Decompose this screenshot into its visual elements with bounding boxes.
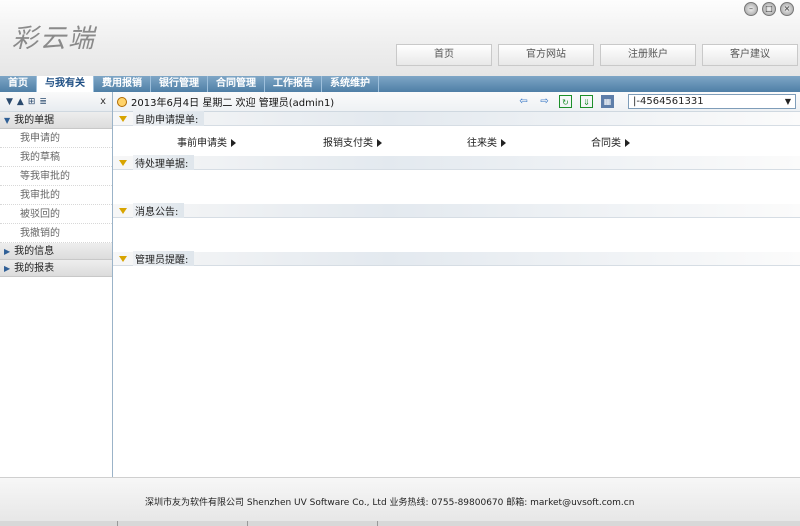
sidebar-group-label: 我的信息 — [14, 245, 55, 257]
sidebar-item-rejected[interactable]: 被驳回的 — [0, 205, 112, 224]
sidebar-group-label: 我的单据 — [14, 114, 55, 126]
pending-documents-content — [113, 170, 800, 204]
refresh-icon[interactable]: ↻ — [559, 95, 572, 108]
tab-bank-management[interactable]: 银行管理 — [151, 76, 208, 92]
sidebar-item-approved-by-me[interactable]: 我审批的 — [0, 186, 112, 205]
app-header: 彩云端 – □ × 首页 官方网站 注册账户 客户建议 — [0, 0, 800, 76]
sidebar: ▼ ▲ ⊞ ≣ x ▼ 我的单据 我申请的 我的草稿 等我审批的 我审批的 被驳… — [0, 92, 113, 477]
arrow-right-icon — [625, 138, 630, 147]
sidebar-item-my-drafts[interactable]: 我的草稿 — [0, 148, 112, 167]
minimize-icon[interactable]: – — [744, 2, 758, 16]
arrow-right-icon — [231, 138, 236, 147]
status-bar: 2013年6月4日 星期二 欢迎 管理员(admin1) ⇦ ⇨ ↻ ⇓ ▦ |… — [113, 92, 800, 112]
expand-all-icon[interactable]: ▼ — [6, 97, 13, 107]
link-pre-application[interactable]: 事前申请类 — [177, 134, 236, 149]
collapse-triangle-icon — [119, 115, 127, 122]
collapse-triangle-icon — [119, 207, 127, 214]
top-nav-home-button[interactable]: 首页 — [396, 44, 492, 66]
collapse-triangle-icon — [119, 159, 127, 166]
link-label: 往来类 — [467, 137, 497, 149]
tab-home[interactable]: 首页 — [0, 76, 37, 92]
section-header-self-service[interactable]: 自助申请提单: — [113, 111, 800, 126]
welcome-text: 2013年6月4日 星期二 欢迎 管理员(admin1) — [131, 98, 335, 109]
admin-reminders-content — [113, 266, 800, 366]
footer: 深圳市友为软件有限公司 Shenzhen UV Software Co., Lt… — [0, 477, 800, 521]
sidebar-group-label: 我的报表 — [14, 262, 55, 274]
announcements-content — [113, 218, 800, 252]
tab-system-maintenance[interactable]: 系统维护 — [322, 76, 379, 92]
app-logo: 彩云端 — [12, 24, 97, 54]
tab-work-report[interactable]: 工作报告 — [265, 76, 322, 92]
tab-related-to-me[interactable]: 与我有关 — [37, 76, 94, 92]
link-label: 事前申请类 — [177, 137, 227, 149]
forward-arrow-icon[interactable]: ⇨ — [538, 95, 551, 108]
collapse-triangle-icon — [119, 255, 127, 262]
top-nav-register-button[interactable]: 注册账户 — [600, 44, 696, 66]
link-transactions[interactable]: 往来类 — [467, 134, 506, 149]
caret-right-icon: ▶ — [4, 263, 11, 273]
list-options-icon[interactable]: ≣ — [39, 97, 47, 107]
section-title: 待处理单据: — [133, 155, 195, 170]
tree-nodes-icon[interactable]: ⊞ — [28, 97, 36, 107]
taskbar-segment — [118, 521, 248, 526]
link-label: 报销支付类 — [323, 137, 373, 149]
link-label: 合同类 — [591, 137, 621, 149]
caret-down-icon: ▼ — [4, 115, 11, 125]
close-icon[interactable]: × — [780, 2, 794, 16]
section-title: 管理员提醒: — [133, 251, 195, 266]
arrow-right-icon — [501, 138, 506, 147]
sidebar-toolbar: ▼ ▲ ⊞ ≣ x — [0, 92, 112, 112]
taskbar-segment — [0, 521, 118, 526]
account-select[interactable]: |-4564561331 ▼ — [628, 94, 796, 109]
collapse-all-icon[interactable]: ▲ — [17, 97, 24, 107]
top-nav-feedback-button[interactable]: 客户建议 — [702, 44, 798, 66]
sidebar-group-my-info[interactable]: ▶ 我的信息 — [0, 243, 112, 260]
section-header-announcements[interactable]: 消息公告: — [113, 203, 800, 218]
tab-expense-reimbursement[interactable]: 费用报销 — [94, 76, 151, 92]
sidebar-item-my-applications[interactable]: 我申请的 — [0, 129, 112, 148]
account-select-value: |-4564561331 — [633, 96, 704, 107]
clock-icon — [117, 96, 127, 107]
sidebar-item-pending-my-approval[interactable]: 等我审批的 — [0, 167, 112, 186]
section-header-admin-reminders[interactable]: 管理员提醒: — [113, 251, 800, 266]
footer-company-info: 深圳市友为软件有限公司 Shenzhen UV Software Co., Lt… — [145, 498, 635, 508]
sidebar-group-my-documents[interactable]: ▼ 我的单据 — [0, 112, 112, 129]
module-tab-bar: 首页 与我有关 费用报销 银行管理 合同管理 工作报告 系统维护 — [0, 76, 800, 92]
toolbar-icons: ⇦ ⇨ ↻ ⇓ ▦ — [517, 95, 614, 108]
caret-right-icon: ▶ — [4, 246, 11, 256]
section-title: 消息公告: — [133, 203, 185, 218]
download-icon[interactable]: ⇓ — [580, 95, 593, 108]
section-title: 自助申请提单: — [133, 111, 205, 126]
application-links-row: 事前申请类 报销支付类 往来类 合同类 — [113, 126, 800, 156]
calendar-icon[interactable]: ▦ — [601, 95, 614, 108]
back-arrow-icon[interactable]: ⇦ — [517, 95, 530, 108]
link-reimbursement-payment[interactable]: 报销支付类 — [323, 134, 382, 149]
tab-contract-management[interactable]: 合同管理 — [208, 76, 265, 92]
sidebar-item-revoked[interactable]: 我撤销的 — [0, 224, 112, 243]
restore-icon[interactable]: □ — [762, 2, 776, 16]
chevron-down-icon: ▼ — [784, 97, 792, 106]
top-nav: 首页 官方网站 注册账户 客户建议 — [396, 44, 798, 66]
link-contracts[interactable]: 合同类 — [591, 134, 630, 149]
arrow-right-icon — [377, 138, 382, 147]
taskbar-segment — [248, 521, 378, 526]
sidebar-close-button[interactable]: x — [100, 96, 106, 107]
section-header-pending-documents[interactable]: 待处理单据: — [113, 155, 800, 170]
sidebar-group-my-reports[interactable]: ▶ 我的报表 — [0, 260, 112, 277]
top-nav-official-site-button[interactable]: 官方网站 — [498, 44, 594, 66]
window-controls: – □ × — [744, 2, 794, 16]
main-panel: 2013年6月4日 星期二 欢迎 管理员(admin1) ⇦ ⇨ ↻ ⇓ ▦ |… — [113, 92, 800, 477]
taskbar-strip — [0, 521, 800, 526]
